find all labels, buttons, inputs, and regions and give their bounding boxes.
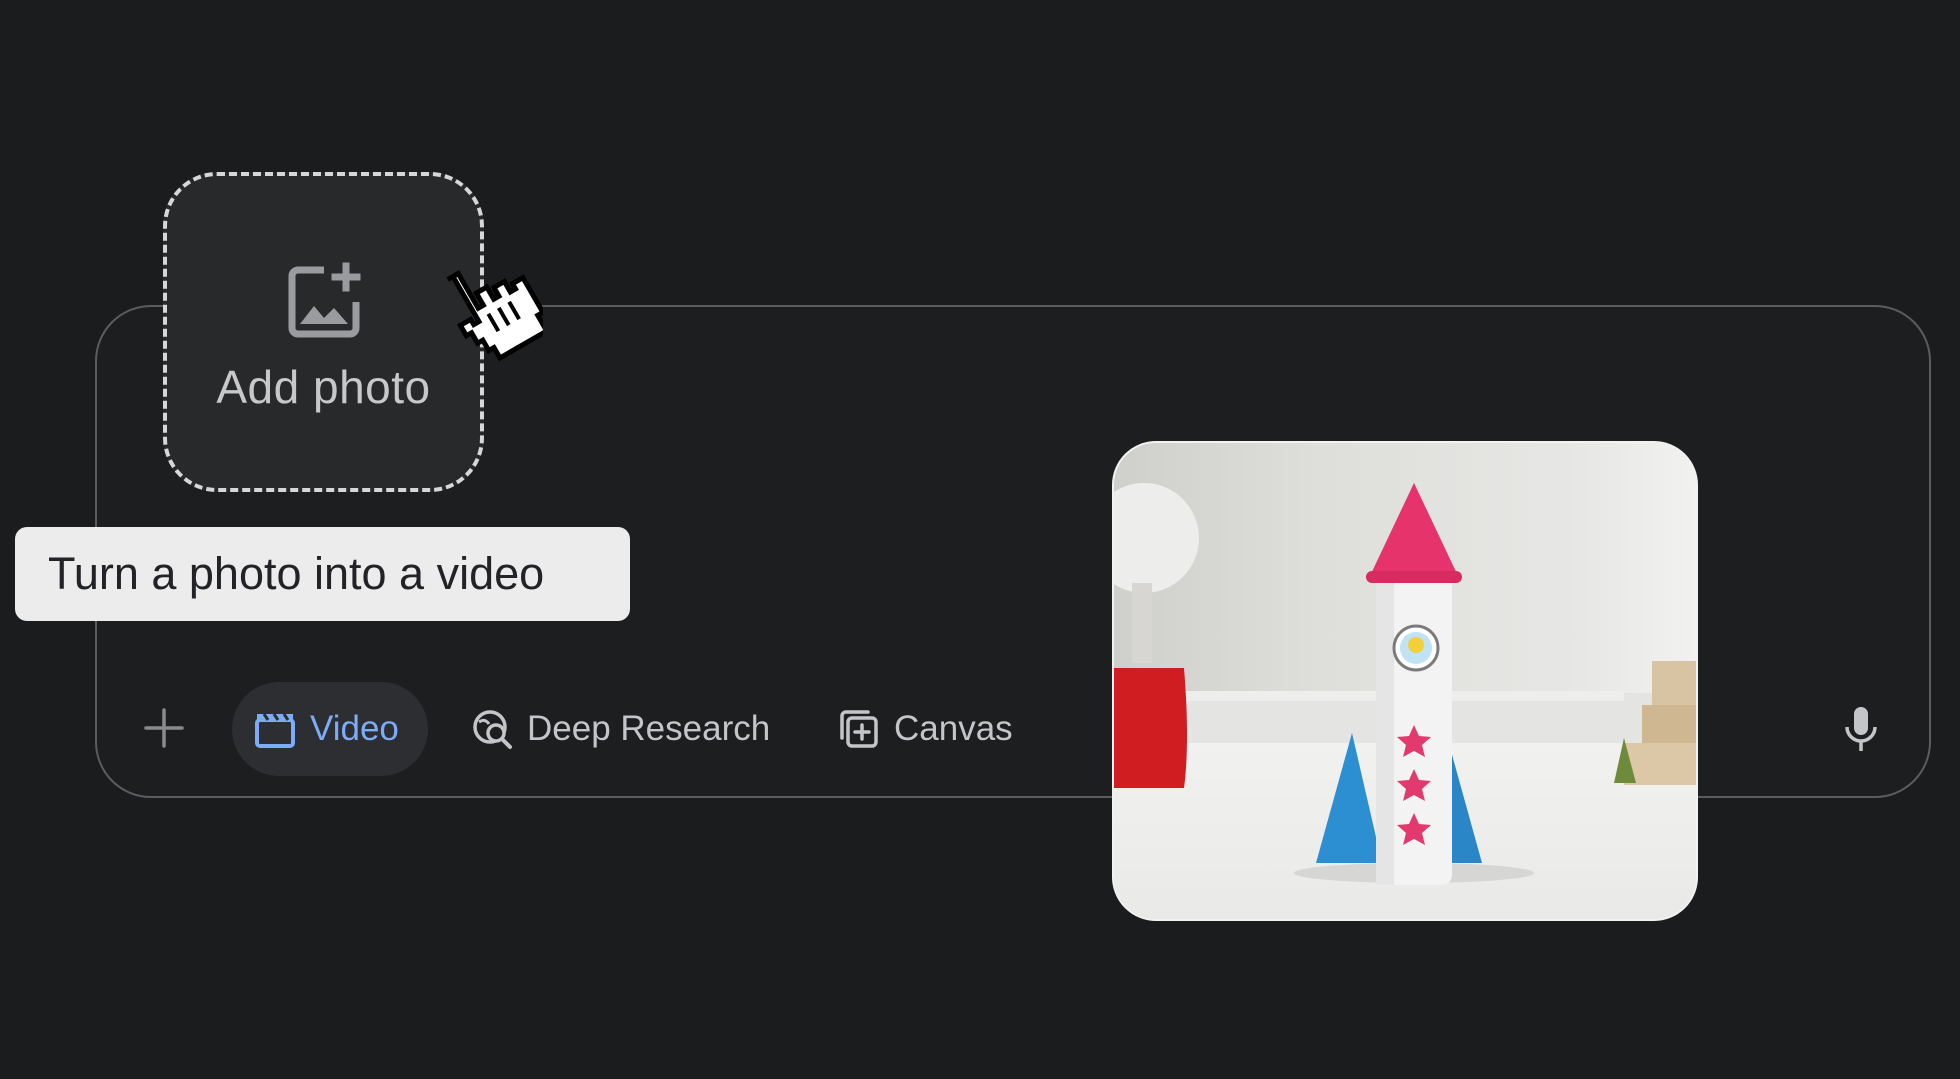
canvas-chip-label: Canvas [894, 709, 1013, 748]
video-tool-chip[interactable]: Video [232, 682, 428, 776]
rocket-photo [1114, 443, 1696, 919]
plus-icon[interactable] [143, 707, 185, 749]
deep-research-chip-label: Deep Research [527, 709, 771, 748]
deep-research-icon [473, 710, 512, 749]
hand-cursor-icon [446, 270, 543, 362]
tooltip: Turn a photo into a video [15, 527, 630, 621]
clapperboard-icon [255, 713, 295, 748]
microphone-icon[interactable] [1843, 705, 1879, 755]
tooltip-text: Turn a photo into a video [48, 548, 545, 599]
photo-preview [1112, 441, 1698, 921]
video-chip-label: Video [310, 709, 399, 748]
stage: Add photo Turn a photo into a video Vide… [0, 0, 1960, 1079]
deep-research-tool-chip[interactable]: Deep Research [467, 682, 785, 776]
canvas-icon [840, 710, 878, 748]
add-photo-label: Add photo [216, 361, 431, 413]
canvas-tool-chip[interactable]: Canvas [834, 682, 1024, 776]
add-photo-icon [288, 262, 360, 338]
